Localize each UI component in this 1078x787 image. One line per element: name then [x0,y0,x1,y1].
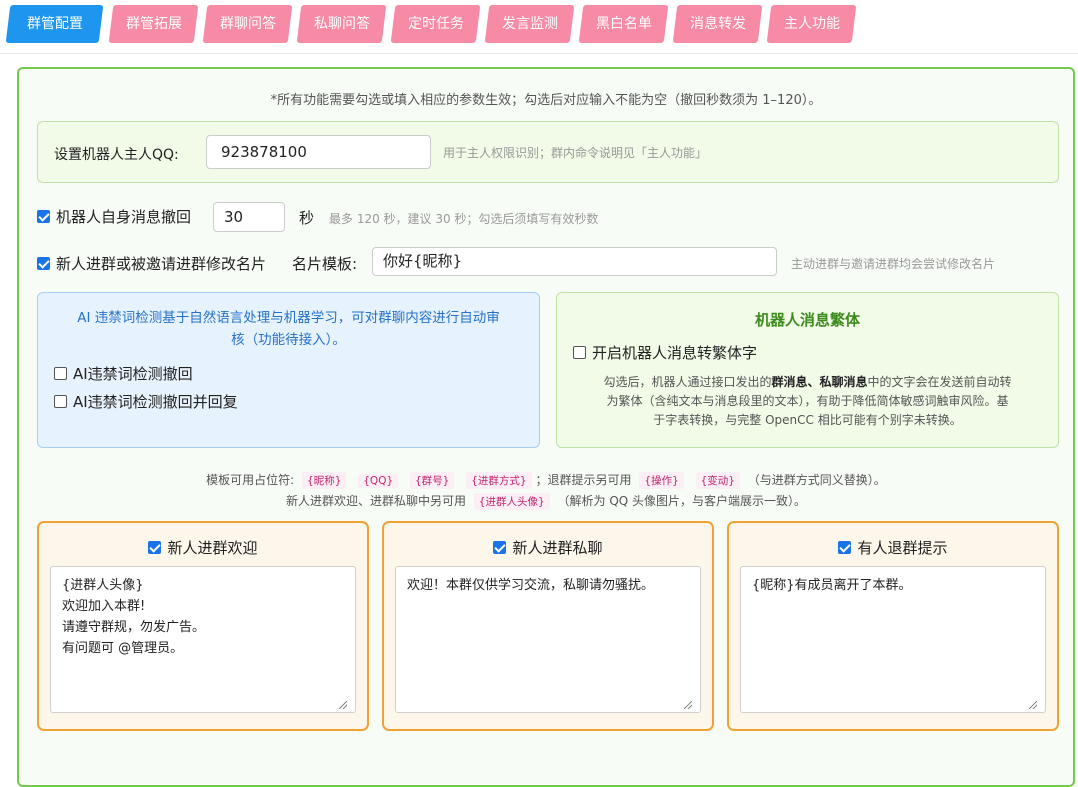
ai-recall-checkbox[interactable] [54,367,67,380]
tab-speech-monitor[interactable]: 发言监测 [485,5,575,43]
recall-unit: 秒 [299,207,314,228]
tab-scheduled-tasks[interactable]: 定时任务 [391,5,481,43]
welcome-title: 新人进群欢迎 [167,539,257,557]
card-template-input[interactable]: 你好{昵称} [372,247,777,276]
tab-blacklist[interactable]: 黑白名单 [579,5,669,43]
traditional-description: 勾选后，机器人通过接口发出的群消息、私聊消息中的文字会在发送前自动转 为繁体（含… [575,373,1040,430]
rename-checkbox[interactable] [37,257,50,270]
placeholder-tag: {QQ} [358,474,398,488]
tab-group-qa[interactable]: 群聊问答 [203,5,293,43]
placeholder-suffix: （与进群方式同义替换）。 [748,473,886,487]
traditional-checkbox[interactable] [573,346,586,359]
leave-notice-card: 有人退群提示 {昵称}有成员离开了本群。 [727,521,1059,731]
private-header: 新人进群私聊 [384,537,712,558]
recall-row: 机器人自身消息撤回 [37,206,191,227]
private-textarea[interactable]: 欢迎！本群仅供学习交流，私聊请勿骚扰。 [395,566,701,713]
tab-label: 黑白名单 [596,5,652,43]
resize-handle-icon[interactable] [339,701,347,709]
resize-handle-icon[interactable] [1029,701,1037,709]
traditional-desc-line1: 勾选后，机器人通过接口发出的群消息、私聊消息中的文字会在发送前自动转 [575,373,1040,392]
ai-recall-reply-checkbox[interactable] [54,395,67,408]
traditional-title: 机器人消息繁体 [557,309,1058,330]
tab-label: 定时任务 [408,5,464,43]
ai-description: AI 违禁词检测基于自然语言处理与机器学习，可对群聊内容进行自动审 核（功能待接… [56,307,521,351]
ai-recall-label: AI违禁词检测撤回 [73,365,193,383]
placeholder-suffix: （解析为 QQ 头像图片，与客户端展示一致）。 [558,494,807,508]
ai-recall-option[interactable]: AI违禁词检测撤回 [54,363,193,384]
private-title: 新人进群私聊 [512,539,602,557]
placeholder-help-line2: 新人进群欢迎、进群私聊中另可用 {进群人头像} （解析为 QQ 头像图片，与客户… [19,492,1073,510]
leave-header: 有人退群提示 [729,537,1057,558]
ai-recall-reply-option[interactable]: AI违禁词检测撤回并回复 [54,391,238,412]
placeholder-tag: {昵称} [302,472,346,489]
desc-text: 勾选后，机器人通过接口发出的 [603,375,771,389]
placeholder-help-line1: 模板可用占位符: {昵称} {QQ} {群号} {进群方式} ；退群提示另可用 {… [19,471,1073,489]
group-config-panel: *所有功能需要勾选或填入相应的参数生效；勾选后对应输入不能为空（撤回秒数须为 1… [17,67,1075,787]
owner-qq-input[interactable]: 923878100 [206,135,431,169]
traditional-desc-line3: 于字表转换，与完整 OpenCC 相比可能有个别字未转换。 [575,411,1040,430]
welcome-header: 新人进群欢迎 [39,537,367,558]
notice-text: *所有功能需要勾选或填入相应的参数生效；勾选后对应输入不能为空（撤回秒数须为 1… [19,89,1073,108]
owner-qq-label: 设置机器人主人QQ: [54,144,179,164]
traditional-chinese-box: 机器人消息繁体 开启机器人消息转繁体字 勾选后，机器人通过接口发出的群消息、私聊… [556,292,1059,448]
tab-label: 群聊问答 [220,5,276,43]
welcome-checkbox[interactable] [148,541,161,554]
tab-message-forward[interactable]: 消息转发 [673,5,763,43]
welcome-card: 新人进群欢迎 {进群人头像} 欢迎加入本群! 请遵守群规，勿发广告。 有问题可 … [37,521,369,731]
desc-bold-private: 私聊消息 [820,375,868,389]
traditional-desc-line2: 为繁体（含纯文本与消息段里的文本），有助于降低简体敏感词触审风险。基 [575,392,1040,411]
tab-private-qa[interactable]: 私聊问答 [297,5,387,43]
rename-hint: 主动进群与邀请进群均会尝试修改名片 [791,255,995,272]
placeholder-prefix: 新人进群欢迎、进群私聊中另可用 [286,494,466,508]
recall-seconds-input[interactable]: 30 [213,202,285,232]
rename-row: 新人进群或被邀请进群修改名片 [37,253,266,274]
traditional-option[interactable]: 开启机器人消息转繁体字 [573,342,757,363]
recall-hint: 最多 120 秒，建议 30 秒；勾选后须填写有效秒数 [329,210,598,227]
placeholder-tag: {操作} [639,472,683,489]
placeholder-tag: {进群方式} [466,472,531,489]
tab-label: 消息转发 [690,5,746,43]
owner-settings-box: 设置机器人主人QQ: 923878100 用于主人权限识别；群内命令说明见「主人… [37,121,1059,183]
placeholder-tag: {变动} [696,472,740,489]
desc-bold-sep: 、 [807,375,819,389]
placeholder-prefix: 模板可用占位符: [206,473,294,487]
desc-text: 中的文字会在发送前自动转 [868,375,1012,389]
leave-checkbox[interactable] [838,541,851,554]
rename-label: 新人进群或被邀请进群修改名片 [56,255,266,273]
ai-detection-box: AI 违禁词检测基于自然语言处理与机器学习，可对群聊内容进行自动审 核（功能待接… [37,292,540,448]
tab-divider [0,53,1078,54]
tab-owner-functions[interactable]: 主人功能 [767,5,857,43]
ai-recall-reply-label: AI违禁词检测撤回并回复 [73,393,238,411]
card-template-label: 名片模板: [292,253,357,274]
private-checkbox[interactable] [493,541,506,554]
resize-handle-icon[interactable] [684,701,692,709]
traditional-option-label: 开启机器人消息转繁体字 [592,344,757,362]
tab-group-config[interactable]: 群管配置 [6,5,104,43]
placeholder-mid: ；退群提示另可用 [536,473,632,487]
tab-group-extend[interactable]: 群管拓展 [109,5,199,43]
owner-qq-hint: 用于主人权限识别；群内命令说明见「主人功能」 [443,144,707,161]
tab-label: 私聊问答 [314,5,370,43]
recall-checkbox[interactable] [37,210,50,223]
tab-label: 发言监测 [502,5,558,43]
placeholder-tag: {进群人头像} [474,493,550,510]
desc-bold-group: 群消息 [771,375,807,389]
leave-textarea[interactable]: {昵称}有成员离开了本群。 [740,566,1046,713]
recall-label: 机器人自身消息撤回 [56,208,191,226]
private-message-card: 新人进群私聊 欢迎！本群仅供学习交流，私聊请勿骚扰。 [382,521,714,731]
tab-label: 群管配置 [27,5,83,43]
ai-desc-line1: AI 违禁词检测基于自然语言处理与机器学习，可对群聊内容进行自动审 [56,307,521,329]
placeholder-tag: {群号} [410,472,454,489]
tab-label: 主人功能 [784,5,840,43]
leave-title: 有人退群提示 [857,539,947,557]
ai-desc-line2: 核（功能待接入）。 [56,329,521,351]
welcome-textarea[interactable]: {进群人头像} 欢迎加入本群! 请遵守群规，勿发广告。 有问题可 @管理员。 [50,566,356,713]
tab-label: 群管拓展 [126,5,182,43]
